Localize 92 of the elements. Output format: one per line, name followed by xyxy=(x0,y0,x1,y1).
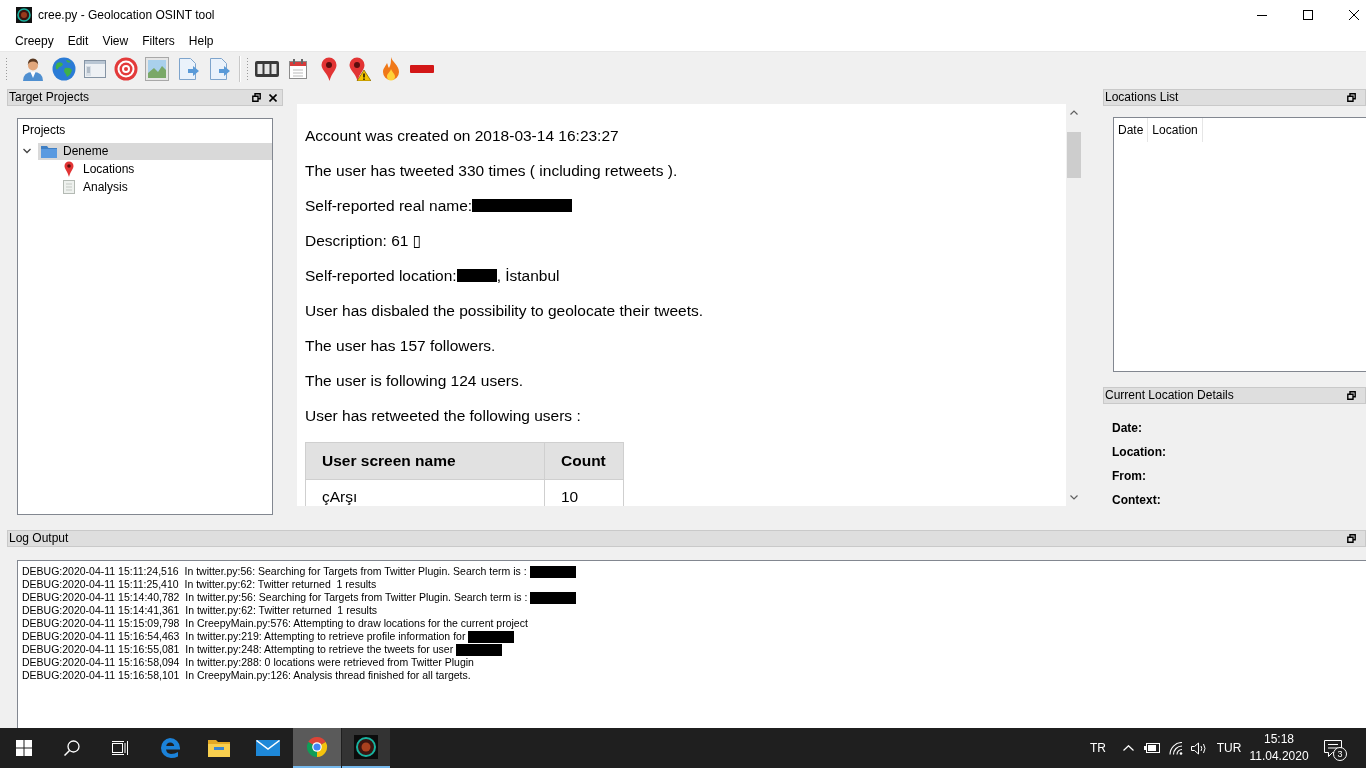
speaker-icon[interactable] xyxy=(1191,741,1207,755)
menu-item[interactable]: Edit xyxy=(60,30,96,51)
target-icon[interactable] xyxy=(113,57,138,81)
column-header: User screen name xyxy=(305,442,545,480)
menu-item[interactable]: View xyxy=(95,30,136,51)
undock-button[interactable] xyxy=(251,93,262,102)
dock-title: Current Location Details xyxy=(1104,388,1234,403)
close-dock-button[interactable] xyxy=(268,93,278,102)
browser-icon xyxy=(159,737,181,759)
info-text: Self-reported real name: xyxy=(305,197,473,214)
table-cell: çArşı xyxy=(305,479,545,506)
info-text: , İstanbul xyxy=(496,267,560,284)
info-text: User has retweeted the following users : xyxy=(305,407,581,424)
person-icon[interactable] xyxy=(20,57,45,81)
minus-bar-icon[interactable] xyxy=(409,65,434,73)
app-icon xyxy=(354,735,378,759)
info-text: Account was created on 2018-03-14 16:23:27 xyxy=(305,127,619,144)
folder-icon xyxy=(41,144,57,158)
info-text: The user is following 124 users. xyxy=(305,372,523,389)
windows-logo-icon xyxy=(16,740,32,756)
log-line: DEBUG:2020-04-11 15:16:58,094 In twitter.py:288: 0 locations were retrieved from Twitter Plugin xyxy=(22,656,474,669)
scroll-down-icon[interactable] xyxy=(1070,495,1078,500)
info-text: User has disbaled the possibility to geolocate their tweets. xyxy=(305,302,704,319)
calendar-icon[interactable] xyxy=(288,59,307,79)
window-title: cree.py - Geolocation OSINT tool xyxy=(38,8,215,22)
document-icon xyxy=(63,180,75,194)
maximize-icon xyxy=(1303,10,1313,20)
log-line: DEBUG:2020-04-11 15:16:58,101 In CreepyMain.py:126: Analysis thread finished for all targets. xyxy=(22,669,471,682)
clock-date[interactable]: 11.04.2020 xyxy=(1249,748,1309,765)
undock-icon xyxy=(1347,391,1356,400)
info-text: Description: 61 ▯ xyxy=(305,232,422,249)
log-line: DEBUG:2020-04-11 15:14:40,782 In twitter.py:56: Searching for Targets from Twitter Plugin. Search term is : xyxy=(22,591,528,604)
keyboard-indicator[interactable]: TUR xyxy=(1212,741,1246,755)
dock-title: Log Output xyxy=(8,531,69,546)
map-pin-icon xyxy=(64,161,74,177)
log-line: DEBUG:2020-04-11 15:16:54,463 In twitter.py:219: Attempting to retrieve profile information for xyxy=(22,630,466,643)
log-line: DEBUG:2020-04-11 15:16:55,081 In twitter.py:248: Attempting to retrieve the tweets for user xyxy=(22,643,454,656)
undock-icon xyxy=(1347,93,1356,102)
tree-item[interactable]: Locations xyxy=(58,160,272,178)
undock-button[interactable] xyxy=(1346,534,1357,543)
detail-label: Context: xyxy=(1112,493,1161,507)
app-icon xyxy=(16,7,32,23)
tree-header: Projects xyxy=(21,122,67,139)
folder-icon xyxy=(208,739,230,757)
caret-up-icon[interactable] xyxy=(1122,745,1134,751)
tree-item[interactable]: Deneme xyxy=(38,142,272,160)
undock-icon xyxy=(252,93,261,102)
dock-title: Target Projects xyxy=(8,90,90,105)
close-icon xyxy=(1349,10,1359,20)
pin-warning-icon[interactable] xyxy=(348,57,371,81)
log-line: DEBUG:2020-04-11 15:11:24,516 In twitter.py:56: Searching for Targets from Twitter Plugin. Search term is : xyxy=(22,565,527,578)
undock-icon xyxy=(1347,534,1356,543)
wifi-icon[interactable] xyxy=(1169,741,1183,755)
detail-label: Location: xyxy=(1112,445,1166,459)
undock-button[interactable] xyxy=(1346,391,1357,400)
window-icon[interactable] xyxy=(82,57,107,81)
undock-button[interactable] xyxy=(1346,93,1357,102)
close-icon xyxy=(269,93,277,102)
log-line: DEBUG:2020-04-11 15:11:25,410 In twitter.py:62: Twitter returned 1 results xyxy=(22,578,377,591)
counter-icon[interactable] xyxy=(254,61,279,77)
log-line: DEBUG:2020-04-11 15:14:41,361 In twitter.py:62: Twitter returned 1 results xyxy=(22,604,378,617)
map-pin-icon[interactable] xyxy=(320,57,337,81)
taskbar-app[interactable] xyxy=(342,728,390,768)
globe-icon[interactable] xyxy=(51,57,76,81)
scroll-up-icon[interactable] xyxy=(1070,110,1078,115)
scrollbar-thumb[interactable] xyxy=(1067,132,1081,178)
info-text: The user has 157 followers. xyxy=(305,337,496,354)
battery-icon[interactable] xyxy=(1144,743,1160,753)
search-icon xyxy=(64,740,80,756)
notification-icon[interactable] xyxy=(1324,739,1342,757)
detail-label: From: xyxy=(1112,469,1146,483)
clock-time[interactable]: 15:18 xyxy=(1264,731,1294,748)
notification-badge: 3 xyxy=(1333,747,1347,761)
column-header[interactable]: Location xyxy=(1148,118,1203,142)
info-text: Self-reported location: xyxy=(305,267,457,284)
table-cell: 10 xyxy=(544,479,624,506)
column-header: Count xyxy=(544,442,624,480)
log-line: DEBUG:2020-04-11 15:15:09,798 In CreepyMain.py:576: Attempting to draw locations for the current project xyxy=(22,617,528,630)
menu-item[interactable]: Creepy xyxy=(8,30,61,51)
info-text: The user has tweeted 330 times ( including retweets ). xyxy=(305,162,678,179)
detail-label: Date: xyxy=(1112,421,1142,435)
dock-title: Locations List xyxy=(1104,90,1179,105)
minimize-icon xyxy=(1257,14,1267,16)
column-header[interactable]: Date xyxy=(1114,118,1149,142)
tree-item[interactable]: Analysis xyxy=(58,178,272,196)
menu-item[interactable]: Help xyxy=(181,30,221,51)
task-view-icon xyxy=(112,741,128,755)
round-browser-icon xyxy=(306,736,328,758)
menu-item[interactable]: Filters xyxy=(135,30,182,51)
redacted-block xyxy=(456,269,497,282)
language-indicator[interactable]: TR xyxy=(1084,741,1112,755)
envelope-icon xyxy=(256,740,280,756)
